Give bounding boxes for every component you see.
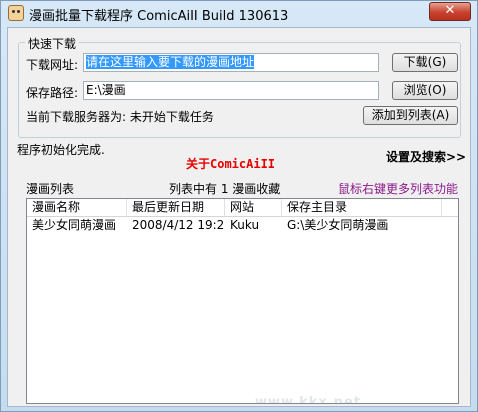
browse-button[interactable]: 浏览(O) bbox=[392, 81, 458, 100]
watermark: www.kkx.net bbox=[255, 395, 362, 404]
main-window: 漫画批量下载程序 ComicAiII Build 130613 ✕ 快速下载 下… bbox=[0, 0, 478, 412]
cell-folder: G:\美少女同萌漫画 bbox=[287, 218, 389, 232]
client-area: 快速下载 下载网址: 请在这里输入要下载的漫画地址 下载(G) 保存路径: E:… bbox=[7, 27, 471, 407]
status-text: 程序初始化完成. bbox=[17, 143, 105, 157]
title-bar[interactable]: 漫画批量下载程序 ComicAiII Build 130613 ✕ bbox=[1, 1, 477, 25]
server-status: 当前下载服务器为: 未开始下载任务 bbox=[26, 110, 214, 124]
list-count: 列表中有 1 漫画收藏 bbox=[169, 182, 281, 196]
list-hint: 鼠标右键更多列表功能 bbox=[338, 182, 459, 196]
download-button[interactable]: 下载(G) bbox=[392, 53, 458, 72]
comic-listview[interactable]: 漫画名称 最后更新日期 网站 保存主目录 美少女同萌漫画 2008/4/12 1… bbox=[26, 198, 459, 404]
close-button[interactable]: ✕ bbox=[429, 2, 471, 21]
save-path-input[interactable]: E:\漫画 bbox=[83, 81, 379, 100]
cell-updated: 2008/4/12 19:2... bbox=[132, 218, 225, 232]
window-title: 漫画批量下载程序 ComicAiII Build 130613 bbox=[29, 9, 289, 24]
column-header-name[interactable]: 漫画名称 bbox=[27, 199, 127, 216]
add-to-list-button[interactable]: 添加到列表(A) bbox=[363, 106, 458, 125]
list-title: 漫画列表 bbox=[26, 182, 75, 196]
save-path-label: 保存路径: bbox=[26, 86, 79, 100]
settings-search-link[interactable]: 设置及搜索>> bbox=[386, 148, 466, 165]
url-input[interactable]: 请在这里输入要下载的漫画地址 bbox=[83, 53, 379, 72]
column-header-updated[interactable]: 最后更新日期 bbox=[127, 199, 225, 216]
app-face-icon bbox=[8, 5, 24, 21]
save-path-value: E:\漫画 bbox=[86, 83, 126, 97]
about-link[interactable]: 关于ComicAiII bbox=[186, 155, 275, 172]
column-header-site[interactable]: 网站 bbox=[225, 199, 282, 216]
column-header-folder[interactable]: 保存主目录 bbox=[282, 199, 442, 216]
quick-download-title: 快速下载 bbox=[25, 35, 80, 52]
table-row[interactable]: 美少女同萌漫画 2008/4/12 19:2... Kuku G:\美少女同萌漫… bbox=[27, 217, 458, 233]
cell-name: 美少女同萌漫画 bbox=[32, 218, 117, 232]
url-label: 下载网址: bbox=[26, 58, 79, 72]
url-input-value: 请在这里输入要下载的漫画地址 bbox=[86, 55, 255, 69]
cell-site: Kuku bbox=[230, 218, 260, 232]
listview-header: 漫画名称 最后更新日期 网站 保存主目录 bbox=[27, 199, 458, 217]
